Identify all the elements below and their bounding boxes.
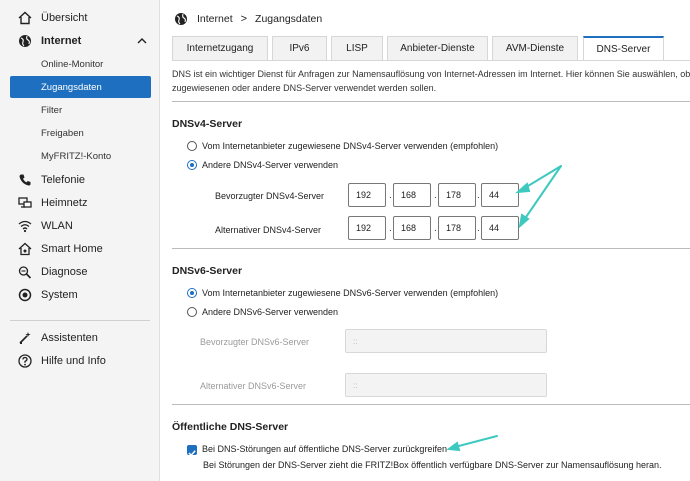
sidebar-divider xyxy=(10,320,150,321)
sidebar-item-hilfe-und-info[interactable]: Hilfe und Info xyxy=(0,350,160,372)
sidebar: Übersicht Internet Online-Monitor Zugang… xyxy=(0,0,160,481)
tab-ipv6[interactable]: IPv6 xyxy=(272,36,327,60)
dnsv4-alternate-label: Alternativer DNSv4-Server xyxy=(215,225,322,235)
sidebar-subitem-zugangsdaten[interactable]: Zugangsdaten xyxy=(10,76,151,98)
sidebar-item-label: Assistenten xyxy=(41,332,98,344)
sidebar-item-system[interactable]: System xyxy=(0,284,160,306)
sidebar-item-label: Heimnetz xyxy=(41,197,88,209)
tab-anbieter-dienste[interactable]: Anbieter-Dienste xyxy=(387,36,488,60)
dnsv4-option-other[interactable]: Andere DNSv4-Server verwenden xyxy=(187,158,338,172)
sidebar-item-smart-home[interactable]: Smart Home xyxy=(0,238,160,260)
dnsv4-option-provider[interactable]: Vom Internetanbieter zugewiesene DNSv4-S… xyxy=(187,139,498,153)
dnsv6-preferred-label: Bevorzugter DNSv6-Server xyxy=(200,337,310,347)
sidebar-item-label: WLAN xyxy=(41,220,73,232)
sidebar-item-label: System xyxy=(41,289,78,301)
divider xyxy=(172,248,690,249)
annotation-arrow xyxy=(522,165,562,190)
dnsv6-title: DNSv6-Server xyxy=(172,265,243,277)
sidebar-item-wlan[interactable]: WLAN xyxy=(0,215,160,237)
sidebar-item-uebersicht[interactable]: Übersicht xyxy=(0,7,160,29)
home-icon xyxy=(18,11,32,25)
diagnose-icon xyxy=(18,266,32,279)
tab-internetzugang[interactable]: Internetzugang xyxy=(172,36,268,60)
sidebar-item-label: Smart Home xyxy=(41,243,103,255)
sidebar-item-label: Übersicht xyxy=(41,12,88,24)
sidebar-item-heimnetz[interactable]: Heimnetz xyxy=(0,192,160,214)
sidebar-subitem-online-monitor[interactable]: Online-Monitor xyxy=(0,53,160,75)
annotation-arrowhead xyxy=(515,182,531,194)
checkmark-icon xyxy=(188,450,196,457)
annotation-arrow xyxy=(523,165,562,221)
sidebar-item-telefonie[interactable]: Telefonie xyxy=(0,169,160,191)
globe-icon xyxy=(175,13,187,25)
annotation-arrowhead xyxy=(518,213,530,229)
radio-button[interactable] xyxy=(187,307,197,317)
public-dns-title: Öffentliche DNS-Server xyxy=(172,421,289,433)
dnsv4-preferred-octet-4[interactable]: 44 xyxy=(481,183,519,207)
radio-button[interactable] xyxy=(187,141,197,151)
tab-underline xyxy=(172,60,690,61)
sidebar-item-label: Telefonie xyxy=(41,174,86,186)
octet-separator: . xyxy=(434,190,437,201)
dnsv6-alternate-input[interactable]: :: xyxy=(345,373,547,397)
wifi-icon xyxy=(18,220,32,233)
annotation-arrow xyxy=(454,435,498,448)
dnsv4-preferred-octet-3[interactable]: 178 xyxy=(438,183,476,207)
sidebar-subitem-freigaben[interactable]: Freigaben xyxy=(0,122,160,144)
intro-text: DNS ist ein wichtiger Dienst für Anfrage… xyxy=(172,69,690,93)
dnsv6-option-other[interactable]: Andere DNSv6-Server verwenden xyxy=(187,305,338,319)
smart-home-icon xyxy=(18,242,32,256)
tab-dns-server[interactable]: DNS-Server xyxy=(583,36,664,61)
globe-icon xyxy=(19,35,31,47)
sidebar-subitem-myfritz-konto[interactable]: MyFRITZ!-Konto xyxy=(0,145,160,167)
sidebar-item-label: Diagnose xyxy=(41,266,88,278)
dnsv6-option-provider[interactable]: Vom Internetanbieter zugewiesene DNSv6-S… xyxy=(187,286,498,300)
breadcrumb: Internet > Zugangsdaten xyxy=(174,11,322,27)
dnsv4-preferred-octet-2[interactable]: 168 xyxy=(393,183,431,207)
phone-icon xyxy=(19,174,31,186)
radio-button-selected[interactable] xyxy=(187,288,197,298)
network-icon xyxy=(18,197,32,208)
sidebar-item-diagnose[interactable]: Diagnose xyxy=(0,261,160,283)
octet-separator: . xyxy=(389,190,392,201)
sidebar-subitem-filter[interactable]: Filter xyxy=(0,99,160,121)
divider xyxy=(172,404,690,405)
dnsv4-preferred-label: Bevorzugter DNSv4-Server xyxy=(215,191,325,201)
annotation-arrowhead xyxy=(446,441,461,452)
octet-separator: . xyxy=(389,223,392,234)
divider xyxy=(172,101,690,102)
radio-button-selected[interactable] xyxy=(187,160,197,170)
dnsv6-alternate-label: Alternativer DNSv6-Server xyxy=(200,381,307,391)
help-icon xyxy=(18,354,32,368)
dnsv4-alternate-octet-1[interactable]: 192 xyxy=(348,216,386,240)
octet-separator: . xyxy=(477,223,480,234)
octet-separator: . xyxy=(477,190,480,201)
dnsv6-preferred-input[interactable]: :: xyxy=(345,329,547,353)
public-dns-checkbox[interactable] xyxy=(187,445,197,457)
chevron-up-icon[interactable] xyxy=(136,35,148,47)
sidebar-item-label: Internet xyxy=(41,35,82,47)
tab-lisp[interactable]: LISP xyxy=(331,36,383,60)
dnsv4-alternate-octet-3[interactable]: 178 xyxy=(438,216,476,240)
dnsv4-preferred-octet-1[interactable]: 192 xyxy=(348,183,386,207)
dnsv4-alternate-octet-4[interactable]: 44 xyxy=(481,216,519,240)
breadcrumb-zugangsdaten: Zugangsdaten xyxy=(255,13,323,25)
sidebar-item-label: Hilfe und Info xyxy=(41,355,106,367)
system-icon xyxy=(18,288,32,302)
breadcrumb-separator: > xyxy=(240,13,248,25)
public-dns-checkbox-label[interactable]: Bei DNS-Störungen auf öffentliche DNS-Se… xyxy=(202,444,447,454)
tab-avm-dienste[interactable]: AVM-Dienste xyxy=(492,36,578,60)
dnsv4-title: DNSv4-Server xyxy=(172,118,243,130)
wizard-icon xyxy=(19,332,31,344)
sidebar-item-assistenten[interactable]: Assistenten xyxy=(0,327,160,349)
dnsv4-alternate-octet-2[interactable]: 168 xyxy=(393,216,431,240)
octet-separator: . xyxy=(434,223,437,234)
breadcrumb-internet[interactable]: Internet xyxy=(197,13,233,25)
sidebar-item-internet[interactable]: Internet xyxy=(0,30,160,52)
public-dns-description: Bei Störungen der DNS-Server zieht die F… xyxy=(203,460,662,470)
